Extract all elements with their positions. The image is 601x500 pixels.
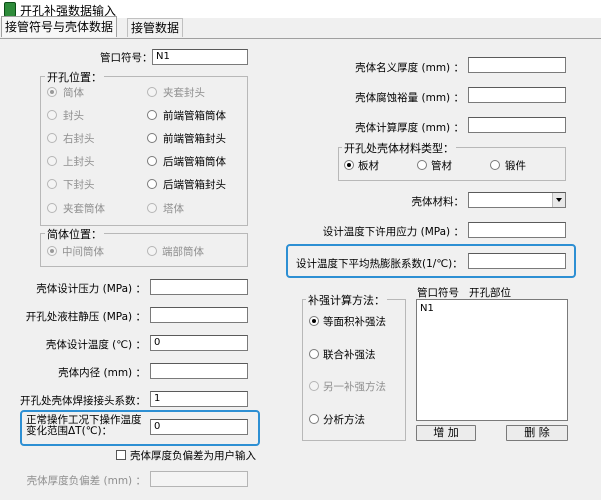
nozzle-listbox[interactable] (416, 299, 568, 421)
radio-middle-cylinder[interactable] (47, 246, 57, 256)
material-option-label: 板材 (358, 160, 379, 172)
corrosion-input[interactable] (468, 87, 566, 103)
opening-option-label: 夹套封头 (163, 87, 205, 99)
radio-forging[interactable] (490, 160, 500, 170)
delete-button[interactable]: 删 除 (506, 425, 568, 441)
expansion-coef-input[interactable] (468, 253, 566, 269)
nozzle-symbol-input[interactable]: N1 (152, 49, 248, 65)
radio-opening-3[interactable] (147, 110, 157, 120)
temp-range-input[interactable]: 0 (150, 419, 248, 435)
opening-option-label: 上封头 (63, 156, 95, 168)
opening-option-label: 塔体 (163, 203, 184, 215)
tab-nozzle-data[interactable]: 接管数据 (127, 18, 184, 37)
cylinder-option-label: 中间筒体 (62, 246, 104, 258)
opening-option-label: 后端管箱筒体 (163, 156, 226, 168)
radio-opening-7[interactable] (147, 156, 157, 166)
reinforcement-option-label: 另一补强方法 (323, 381, 386, 393)
radio-opening-9[interactable] (147, 179, 157, 189)
liquid-pressure-input[interactable] (150, 307, 248, 323)
neg-tolerance-input[interactable] (150, 471, 248, 487)
expansion-coef-label: 设计温度下平均热膨胀系数(1/℃)： (296, 258, 463, 270)
list-header-part: 开孔部位 (469, 287, 511, 299)
radio-opening-10[interactable] (47, 203, 57, 213)
radio-opening-1[interactable] (147, 87, 157, 97)
design-temp-input[interactable]: 0 (150, 335, 248, 351)
cylinder-option-label: 端部筒体 (162, 246, 204, 258)
calc-thickness-label: 壳体计算厚度 (mm) ： (355, 122, 464, 134)
temp-range-label: 正常操作工况下操作温度变化范围ΔT(℃)： (26, 414, 142, 437)
opening-option-label: 简体 (63, 87, 84, 99)
allowable-stress-input[interactable] (468, 222, 566, 238)
radio-opening-5[interactable] (147, 133, 157, 143)
radio-combined[interactable] (309, 349, 319, 359)
nozzle-symbol-label: 管口符号： (100, 52, 153, 64)
nominal-thickness-label: 壳体名义厚度 (mm) ： (355, 62, 464, 74)
reinforcement-title: 补强计算方法： (306, 292, 387, 308)
calc-thickness-input[interactable] (468, 117, 566, 133)
reinforcement-option-label: 联合补强法 (323, 349, 376, 361)
list-header-symbol: 管口符号 (417, 287, 459, 299)
opening-option-label: 前端管箱筒体 (163, 110, 226, 122)
liquid-pressure-label: 开孔处液柱静压 (MPa) ： (25, 311, 146, 323)
neg-tolerance-label: 壳体厚度负偏差 (mm) ： (26, 475, 146, 487)
design-pressure-label: 壳体设计压力 (MPa) ： (36, 283, 146, 295)
design-temp-label: 壳体设计温度 (℃) ： (45, 339, 146, 351)
user-input-check-label: 壳体厚度负偏差为用户输入 (130, 450, 256, 462)
radio-plate[interactable] (344, 160, 354, 170)
radio-end-cylinder[interactable] (147, 246, 157, 256)
radio-opening-2[interactable] (47, 110, 57, 120)
list-item[interactable]: N1 (420, 303, 434, 314)
reinforcement-option-label: 分析方法 (323, 414, 365, 426)
radio-opening-6[interactable] (47, 156, 57, 166)
radio-opening-11[interactable] (147, 203, 157, 213)
design-pressure-input[interactable] (150, 279, 248, 295)
material-option-label: 管材 (431, 160, 452, 172)
opening-position-title: 开孔位置： (45, 69, 104, 85)
material-label: 壳体材料： (411, 196, 465, 208)
opening-option-label: 后端管箱封头 (163, 179, 226, 191)
opening-option-label: 下封头 (63, 179, 95, 191)
radio-opening-4[interactable] (47, 133, 57, 143)
nominal-thickness-input[interactable] (468, 57, 566, 73)
allowable-stress-label: 设计温度下许用应力 (MPa) ： (322, 226, 464, 238)
user-input-checkbox[interactable] (116, 450, 126, 460)
opening-option-label: 右封头 (63, 133, 95, 145)
reinforcement-option-label: 等面积补强法 (323, 316, 386, 328)
radio-analysis[interactable] (309, 414, 319, 424)
radio-opening-0[interactable] (47, 87, 57, 97)
app-icon (4, 2, 16, 17)
opening-option-label: 封头 (63, 110, 84, 122)
radio-other[interactable] (309, 381, 319, 391)
radio-pipe[interactable] (417, 160, 427, 170)
inner-diameter-label: 壳体内径 (mm) ： (58, 367, 146, 379)
tab-nozzle-shell[interactable]: 接管符号与壳体数据 (1, 16, 118, 37)
opening-option-label: 前端管箱封头 (163, 133, 226, 145)
corrosion-label: 壳体腐蚀裕量 (mm) ： (355, 92, 464, 104)
material-type-title: 开孔处壳体材料类型： (342, 140, 456, 156)
material-option-label: 锻件 (505, 160, 526, 172)
cylinder-position-title: 简体位置： (45, 226, 104, 242)
inner-diameter-input[interactable] (150, 363, 248, 379)
weld-coef-input[interactable]: 1 (150, 391, 248, 407)
weld-coef-label: 开孔处壳体焊接接头系数： (20, 395, 146, 407)
radio-equal-area[interactable] (309, 316, 319, 326)
chevron-down-icon[interactable] (552, 193, 565, 207)
add-button[interactable]: 增 加 (416, 425, 476, 441)
opening-option-label: 夹套筒体 (63, 203, 105, 215)
radio-opening-8[interactable] (47, 179, 57, 189)
